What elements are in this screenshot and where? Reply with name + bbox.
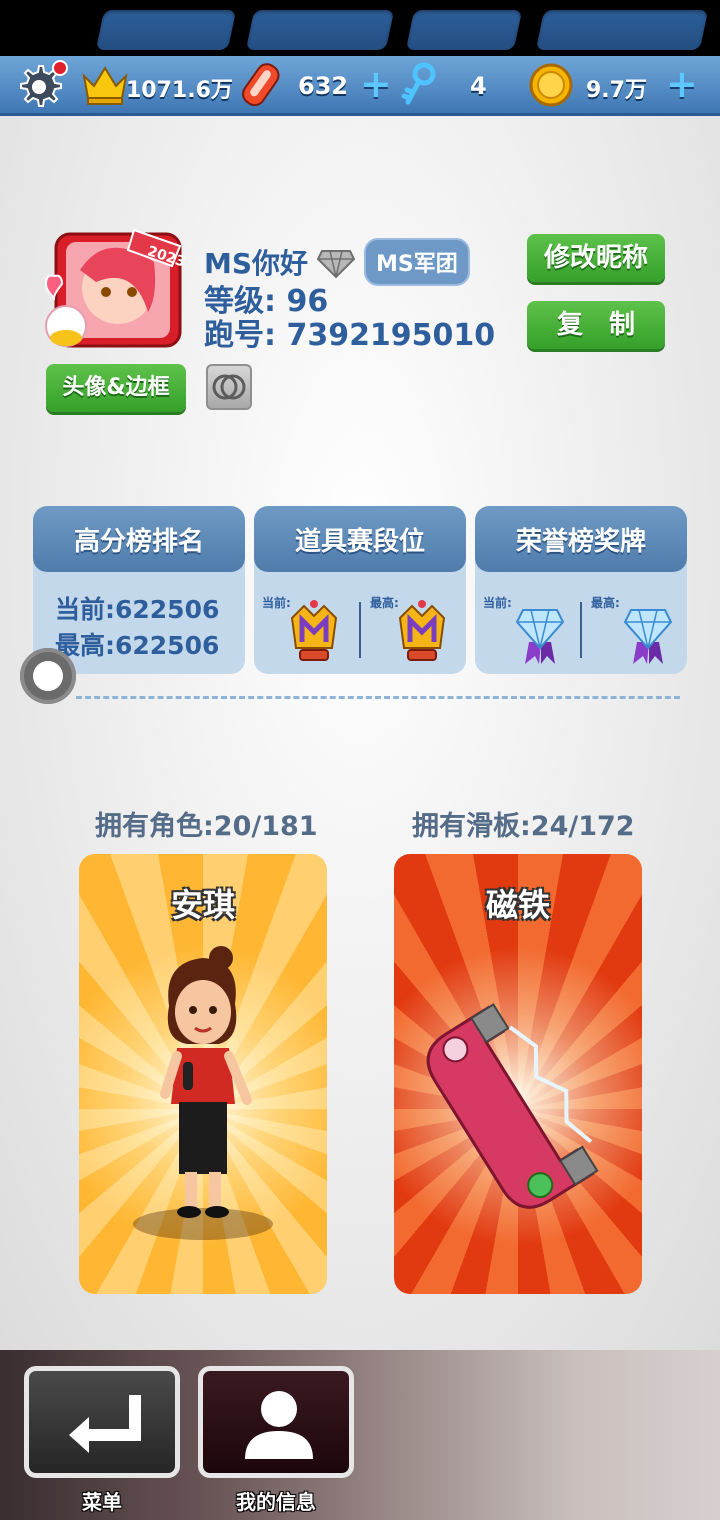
avatar-frame-button[interactable]: 头像&边框 (46, 364, 186, 412)
diamond-rank-icon (316, 250, 356, 279)
highscore-current: 当前:622506 (55, 595, 220, 624)
gold-rank-m-icon (290, 600, 338, 661)
my-info-button[interactable] (198, 1366, 354, 1478)
rename-button[interactable]: 修改昵称 (527, 234, 665, 282)
board-card[interactable]: 磁铁 (394, 854, 642, 1294)
add-hoverboard-button[interactable]: + (360, 64, 392, 104)
highscore-card[interactable]: 高分榜排名 当前:622506 最高:622506 (33, 506, 245, 674)
character-card[interactable]: 安琪 (79, 854, 327, 1294)
gold-rank-m-icon (398, 600, 446, 661)
copy-button[interactable]: 复 制 (527, 301, 665, 349)
hoverboard-icon (242, 63, 280, 107)
player-run-id: 跑号: 7392195010 (204, 318, 496, 353)
floating-assist-button[interactable] (20, 648, 76, 704)
menu-label: 菜单 (82, 1490, 122, 1514)
honor-divider (580, 602, 582, 658)
user-icon (245, 1391, 313, 1459)
key-icon (401, 62, 436, 105)
honor-card[interactable]: 荣誉榜奖牌 当前: 最高: (475, 506, 687, 674)
key-pill (405, 10, 523, 50)
diamond-medal-icon (623, 609, 673, 664)
character-name: 安琪 (170, 886, 235, 924)
trophy-count: 1071.6万 (126, 78, 233, 103)
board-name: 磁铁 (485, 886, 550, 924)
item-rank-current: 当前: (254, 594, 354, 664)
item-rank-divider (359, 602, 361, 658)
crown-icon (82, 66, 128, 105)
rings-icon (212, 374, 246, 400)
honor-best: 最高: (583, 594, 683, 664)
owned-characters-label: 拥有角色:20/181 (95, 811, 318, 842)
magnet-icon (426, 1003, 599, 1209)
add-coin-button[interactable]: + (666, 64, 698, 104)
item-rank-title: 道具赛段位 (254, 506, 466, 572)
coin-icon (529, 63, 573, 107)
menu-button[interactable] (24, 1366, 180, 1478)
coin-count: 9.7万 (586, 78, 647, 103)
honor-current-label: 当前: (483, 596, 512, 610)
owned-boards-label: 拥有滑板:24/172 (412, 811, 635, 842)
key-count: 4 (470, 72, 487, 100)
notification-dot (52, 60, 68, 76)
honor-best-label: 最高: (591, 596, 620, 610)
my-info-label: 我的信息 (236, 1490, 316, 1514)
item-rank-card[interactable]: 道具赛段位 当前: 最高: (254, 506, 466, 674)
hoverboard-pill (245, 10, 395, 50)
avatar[interactable]: 2023 (36, 226, 186, 356)
item-rank-best: 最高: (362, 594, 462, 664)
coin-pill (535, 10, 709, 50)
return-arrow-icon (69, 1395, 141, 1453)
highscore-title: 高分榜排名 (33, 506, 245, 572)
hoverboard-count: 632 (298, 72, 349, 100)
trophy-pill (95, 10, 237, 50)
dashed-divider (76, 696, 680, 699)
honor-current: 当前: (475, 594, 575, 664)
honor-title: 荣誉榜奖牌 (475, 506, 687, 572)
team-badge[interactable]: MS军团 (364, 238, 470, 286)
diamond-medal-icon (515, 609, 565, 664)
character-figure (133, 946, 273, 1240)
rings-button[interactable] (206, 364, 252, 410)
